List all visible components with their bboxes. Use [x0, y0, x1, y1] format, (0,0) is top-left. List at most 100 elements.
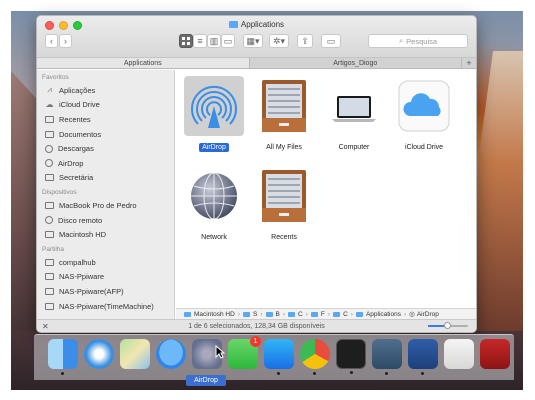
sidebar-item-documentos[interactable]: Documentos	[37, 127, 174, 142]
column-view-button[interactable]: ▥	[207, 34, 221, 48]
path-segment[interactable]: B	[276, 311, 280, 318]
path-segment[interactable]: C	[298, 311, 303, 318]
file-item-recents[interactable]: Recents	[249, 166, 319, 242]
tab-artigos-diogo[interactable]: Artigos_Diogo	[250, 58, 462, 68]
folder-icon	[265, 311, 273, 317]
sidebar-item-icloud-drive[interactable]: ☁ iCloud Drive	[37, 98, 174, 113]
sidebar-item-macbook[interactable]: MacBook Pro de Pedro	[37, 198, 174, 213]
search-field[interactable]: ⌕ Pesquisa	[368, 34, 468, 48]
tab-applications[interactable]: Applications	[37, 58, 250, 68]
titlebar: Applications ‹ › ≡ ▥ ▭ ▦▾ ✲▾ ⇪ ▭ ⌕ Pesqu…	[37, 16, 476, 58]
sidebar-item-compalhub[interactable]: compalhub	[37, 255, 174, 270]
list-view-button[interactable]: ≡	[193, 34, 207, 48]
slider-knob[interactable]	[444, 322, 451, 329]
group-button[interactable]: ▦▾	[243, 34, 263, 48]
status-bar: ✕ 1 de 6 selecionados, 128,34 GB disponí…	[37, 319, 476, 332]
network-drive-icon	[45, 287, 54, 295]
facetime-icon[interactable]: 1	[228, 336, 261, 369]
gallery-view-button[interactable]: ▭	[221, 34, 235, 48]
scrivener-icon[interactable]	[372, 339, 402, 375]
sidebar-header-favorites: Favoritos	[42, 74, 69, 81]
file-grid: AirDrop All My Files Computer iCloud Dri…	[176, 70, 476, 308]
folder-icon	[333, 311, 341, 317]
laptop-icon	[324, 76, 384, 136]
icon-view-button[interactable]	[179, 34, 193, 48]
sidebar-item-label: Aplicações	[59, 85, 96, 95]
sidebar-item-recentes[interactable]: Recentes	[37, 112, 174, 127]
sidebar-header-devices: Dispositivos	[42, 189, 77, 197]
new-tab-button[interactable]: +	[462, 58, 476, 68]
sidebar-item-label: iCloud Drive	[59, 100, 100, 110]
safari-icon[interactable]	[84, 339, 114, 369]
finder-window: Applications ‹ › ≡ ▥ ▭ ▦▾ ✲▾ ⇪ ▭ ⌕ Pesqu…	[36, 15, 477, 333]
sidebar-item-label: Descargas	[58, 144, 94, 154]
drawer-icon	[254, 76, 314, 136]
sidebar-item-disco-remoto[interactable]: Disco remoto	[37, 213, 174, 228]
notification-badge: 1	[250, 336, 261, 347]
tags-button[interactable]: ▭	[321, 34, 341, 48]
sidebar-item-label: Macintosh HD	[59, 230, 107, 240]
network-drive-icon	[45, 258, 54, 266]
airdrop-icon	[45, 159, 53, 168]
file-item-all-my-files[interactable]: All My Files	[249, 76, 319, 152]
action-button[interactable]: ✲▾	[269, 34, 289, 48]
path-segment[interactable]: F	[321, 311, 325, 318]
desktop-icon	[45, 174, 54, 182]
finder-icon[interactable]	[48, 339, 78, 375]
sidebar-item-label: AirDrop	[58, 158, 84, 168]
path-segment[interactable]: C	[343, 311, 348, 318]
folder-icon	[288, 311, 296, 317]
chrome-icon[interactable]	[300, 339, 330, 375]
recents-icon	[45, 115, 54, 123]
path-segment[interactable]: Applications	[366, 311, 401, 318]
sidebar-item-nas-ppiware-afp[interactable]: NAS-Ppiware(AFP)	[37, 284, 174, 299]
icon-size-slider[interactable]	[428, 322, 468, 329]
terminal-icon[interactable]	[336, 339, 366, 374]
share-button[interactable]: ⇪	[297, 34, 313, 48]
chevron-right-icon: ›	[260, 310, 263, 318]
path-segment[interactable]: Macintosh HD	[194, 311, 235, 318]
sidebar-item-descargas[interactable]: Descargas	[37, 141, 174, 156]
cloud-icon	[394, 76, 454, 136]
sidebar-item-label: NAS-Ppiware	[59, 272, 105, 282]
harddisk-icon	[45, 231, 54, 239]
file-item-label: AirDrop	[199, 143, 229, 152]
sidebar-item-nas-ppiware[interactable]: NAS-Ppiware	[37, 270, 174, 285]
filezilla-icon[interactable]	[480, 339, 510, 369]
file-item-label: iCloud Drive	[404, 144, 444, 151]
running-indicator	[385, 372, 388, 375]
sidebar-item-nas-ppiware-timemachine[interactable]: NAS-Ppiware(TimeMachine)	[37, 299, 174, 314]
app-store-icon[interactable]	[264, 339, 294, 375]
sidebar-item-macintosh-hd[interactable]: Macintosh HD	[37, 227, 174, 242]
chevron-right-icon: ›	[305, 310, 308, 318]
chevron-right-icon: ›	[350, 310, 353, 318]
close-icon[interactable]: ✕	[42, 322, 49, 331]
messages-icon[interactable]	[156, 339, 186, 369]
drawer-icon	[254, 166, 314, 226]
chevron-right-icon: ›	[237, 310, 240, 318]
file-item-airdrop[interactable]: AirDrop	[179, 76, 249, 152]
sidebar-item-airdrop[interactable]: AirDrop	[37, 156, 174, 171]
sidebar-item-secretaria[interactable]: Secretária	[37, 171, 174, 186]
globe-icon	[184, 166, 244, 226]
file-item-network[interactable]: Network	[179, 166, 249, 242]
path-segment[interactable]: AirDrop	[417, 311, 439, 318]
path-segment[interactable]: S	[253, 311, 257, 318]
chevron-right-icon: ›	[64, 36, 67, 46]
maps-icon[interactable]	[120, 339, 150, 369]
running-indicator	[61, 372, 64, 375]
folder-icon	[355, 311, 363, 317]
forward-button[interactable]: ›	[59, 34, 72, 48]
back-button[interactable]: ‹	[45, 34, 58, 48]
network-drive-icon	[45, 273, 54, 281]
status-text: 1 de 6 selecionados, 128,34 GB disponíve…	[188, 322, 325, 330]
share-icon: ⇪	[301, 35, 309, 46]
file-item-computer[interactable]: Computer	[319, 76, 389, 152]
sidebar-item-aplicacoes[interactable]: ⩘ Aplicações	[37, 83, 174, 98]
file-item-icloud-drive[interactable]: iCloud Drive	[389, 76, 459, 152]
gallery-icon: ▭	[223, 35, 233, 46]
columns-icon: ▥	[209, 35, 219, 46]
notes-icon[interactable]	[444, 339, 474, 369]
word-icon[interactable]	[408, 339, 438, 375]
plus-icon: +	[466, 58, 472, 68]
